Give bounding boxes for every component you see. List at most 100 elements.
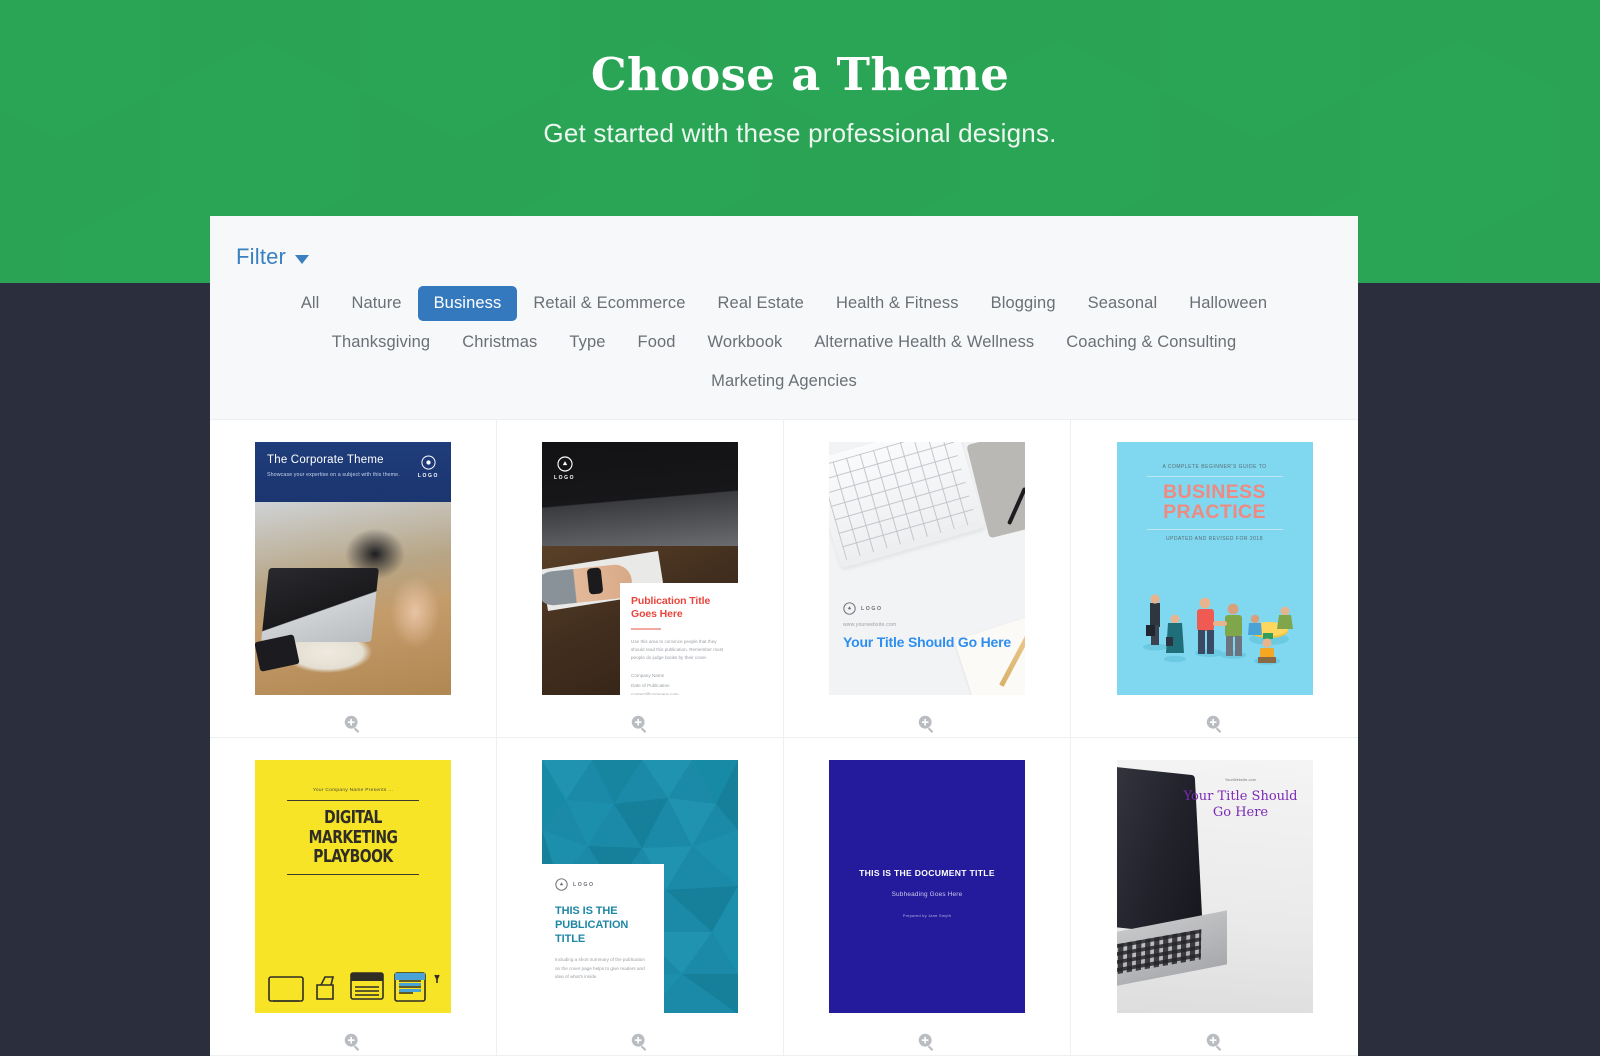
theme-thumbnail-desk[interactable]: LOGO www.yourwebsite.com Your Title Shou… [829, 442, 1025, 696]
page-title: Choose a Theme [590, 48, 1010, 101]
theme-card[interactable]: A COMPLETE BEGINNER'S GUIDE TO BUSINESS … [1071, 420, 1358, 738]
thumbnail-title: Publication Title Goes Here [631, 595, 711, 621]
theme-card[interactable]: LOGO Publication Title Goes Here Use thi… [497, 420, 784, 738]
magnify-plus-icon [631, 715, 647, 733]
thumbnail-photo [255, 502, 451, 696]
divider [1146, 476, 1283, 477]
meta-date: Date of Publication [631, 682, 670, 688]
thumbnail-site: YourWebsite.com [1225, 778, 1256, 782]
thumbnail-prepared-by: Prepared by Jane Smyth [902, 913, 952, 918]
thumbnail-body: Use this area to convince people that th… [631, 638, 724, 660]
theme-card[interactable]: THIS IS THE DOCUMENT TITLE Subheading Go… [784, 738, 1071, 1056]
thumbnail-subtitle: Showcase your expertise on a subject wit… [267, 472, 400, 478]
thumbnail-text-block: Your Company Name Presents ... DIGITAL M… [255, 760, 451, 876]
divider [287, 873, 419, 876]
theme-card[interactable]: The Corporate Theme Showcase your expert… [210, 420, 497, 738]
magnify-plus-icon [918, 715, 934, 733]
tab-seasonal[interactable]: Seasonal [1072, 286, 1174, 321]
watch-shape [586, 567, 604, 595]
theme-card[interactable]: YourWebsite.com Your Title Should Go Her… [1071, 738, 1358, 1056]
tab-business[interactable]: Business [417, 286, 518, 321]
zoom-preview-button[interactable] [340, 1029, 366, 1055]
thumbnail-text-block: LOGO www.yourwebsite.com Your Title Shou… [843, 602, 1011, 651]
tab-nature[interactable]: Nature [335, 286, 417, 321]
zoom-preview-button[interactable] [340, 711, 366, 737]
tab-all[interactable]: All [285, 286, 336, 321]
logo-mark: LOGO [555, 878, 651, 891]
zoom-preview-button[interactable] [914, 1029, 940, 1055]
page-subtitle: Get started with these professional desi… [543, 118, 1057, 148]
logo-text: LOGO [554, 475, 576, 481]
magnify-plus-icon [1206, 1033, 1221, 1051]
tab-food[interactable]: Food [622, 325, 692, 360]
thumbnail-subtitle: Subheading Goes Here [891, 891, 963, 898]
zoom-preview-button[interactable] [627, 711, 653, 737]
thumbnail-title: BUSINESS PRACTICE [1163, 481, 1266, 523]
theme-thumbnail-corporate[interactable]: The Corporate Theme Showcase your expert… [255, 442, 451, 696]
tab-thanksgiving[interactable]: Thanksgiving [316, 325, 446, 360]
thumbnail-text-card: Publication Title Goes Here Use this are… [620, 583, 738, 696]
logo-circle-icon [556, 456, 573, 472]
logo-circle-icon [555, 878, 568, 891]
chevron-down-icon [295, 254, 310, 264]
thumbnail-text-block: A COMPLETE BEGINNER'S GUIDE TO BUSINESS … [1117, 442, 1313, 542]
logo-text: LOGO [417, 473, 439, 479]
thumbnail-url: www.yourwebsite.com [843, 622, 897, 629]
tab-alternative-health-wellness[interactable]: Alternative Health & Wellness [798, 325, 1050, 360]
tab-coaching-consulting[interactable]: Coaching & Consulting [1050, 325, 1252, 360]
filter-toggle[interactable]: Filter [210, 238, 1358, 270]
magnify-plus-icon [631, 1033, 647, 1051]
tab-real-estate[interactable]: Real Estate [702, 286, 820, 321]
thumbnail-meta: Company Name Date of Publication contact… [631, 671, 728, 695]
divider [287, 800, 419, 802]
thumbnail-title: THIS IS THE PUBLICATION TITLE [555, 905, 629, 946]
theme-thumbnail-navy-document[interactable]: THIS IS THE DOCUMENT TITLE Subheading Go… [829, 760, 1025, 1014]
tab-retail-ecommerce[interactable]: Retail & Ecommerce [517, 286, 701, 321]
keyboard-shape [829, 442, 986, 569]
zoom-preview-button[interactable] [1202, 1029, 1228, 1055]
tab-marketing-agencies[interactable]: Marketing Agencies [695, 364, 873, 399]
thumbnail-title: DIGITAL MARKETING PLAYBOOK [308, 807, 398, 868]
magnify-plus-icon [344, 715, 360, 733]
tab-type[interactable]: Type [553, 325, 621, 360]
thumbnail-text-block: YourWebsite.com Your Title Should Go Her… [1177, 778, 1305, 821]
thumbnail-title: The Corporate Theme [267, 454, 384, 466]
tab-health-fitness[interactable]: Health & Fitness [820, 286, 975, 321]
magnify-plus-icon [918, 1033, 934, 1051]
theme-card[interactable]: LOGO THIS IS THE PUBLICATION TITLE Inclu… [497, 738, 784, 1056]
meta-email: contact@company.com [631, 692, 679, 696]
zoom-preview-button[interactable] [1202, 711, 1228, 737]
magnify-plus-icon [1206, 715, 1221, 733]
theme-thumbnail-laptop-purple[interactable]: YourWebsite.com Your Title Should Go Her… [1116, 760, 1313, 1014]
tab-blogging[interactable]: Blogging [975, 286, 1072, 321]
meta-company: Company Name [631, 672, 665, 678]
thumbnail-eyebrow: Your Company Name Presents ... [312, 788, 394, 793]
filter-label: Filter [236, 244, 287, 269]
logo-text: LOGO [861, 605, 883, 612]
logo-circle-icon [421, 455, 436, 470]
theme-thumbnail-business-practice[interactable]: A COMPLETE BEGINNER'S GUIDE TO BUSINESS … [1116, 442, 1313, 696]
zoom-preview-button[interactable] [914, 711, 940, 737]
zoom-preview-button[interactable] [627, 1029, 653, 1055]
logo-text: LOGO [573, 881, 595, 888]
thumbnail-eyebrow: A COMPLETE BEGINNER'S GUIDE TO [1162, 464, 1267, 470]
theme-thumbnail-teal-publication[interactable]: LOGO THIS IS THE PUBLICATION TITLE Inclu… [542, 760, 738, 1014]
thumbnail-title: Your Title Should Go Here [843, 634, 1011, 651]
tab-halloween[interactable]: Halloween [1173, 286, 1283, 321]
logo-circle-icon [843, 602, 856, 615]
filter-section: Filter All Nature Business Retail & Ecom… [210, 216, 1358, 420]
theme-card[interactable]: LOGO www.yourwebsite.com Your Title Shou… [784, 420, 1071, 738]
thumbnail-title: THIS IS THE DOCUMENT TITLE [859, 868, 995, 878]
tab-workbook[interactable]: Workbook [692, 325, 799, 360]
theme-thumbnail-playbook[interactable]: Your Company Name Presents ... DIGITAL M… [255, 760, 451, 1014]
theme-chooser-panel: Filter All Nature Business Retail & Ecom… [210, 216, 1358, 1056]
theme-thumbnail-publication[interactable]: LOGO Publication Title Goes Here Use thi… [542, 442, 738, 696]
isometric-people-illustration [1142, 594, 1293, 665]
logo-mark: LOGO [418, 455, 439, 479]
magnify-plus-icon [344, 1033, 360, 1051]
divider [631, 628, 661, 630]
logo-mark: LOGO [554, 456, 575, 481]
tab-christmas[interactable]: Christmas [446, 325, 553, 360]
theme-card[interactable]: Your Company Name Presents ... DIGITAL M… [210, 738, 497, 1056]
thumbnail-title: Your Title Should Go Here [1183, 789, 1298, 820]
